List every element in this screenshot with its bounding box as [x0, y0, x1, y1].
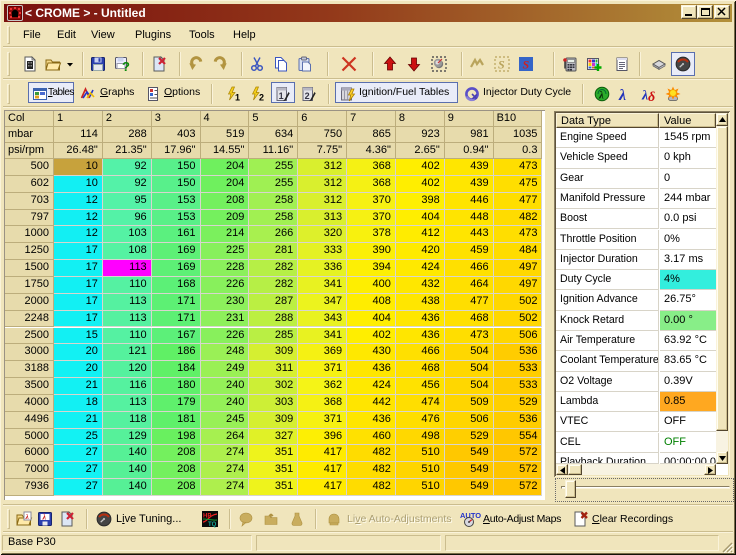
svg-text:λ: λ — [42, 513, 47, 522]
svg-text:S: S — [523, 58, 530, 72]
svg-text:TQ: TQ — [208, 522, 217, 528]
svg-text:λ: λ — [618, 87, 626, 104]
svg-text:?: ? — [122, 59, 130, 74]
svg-text:S: S — [498, 58, 505, 72]
svg-text:2: 2 — [259, 93, 264, 103]
svg-text:1: 1 — [279, 91, 284, 101]
svg-text:λ: λ — [25, 512, 30, 521]
svg-text:2: 2 — [305, 91, 310, 101]
svg-text:1: 1 — [235, 93, 240, 103]
svg-text:δ: δ — [648, 90, 655, 105]
svg-text:λ: λ — [598, 90, 604, 102]
